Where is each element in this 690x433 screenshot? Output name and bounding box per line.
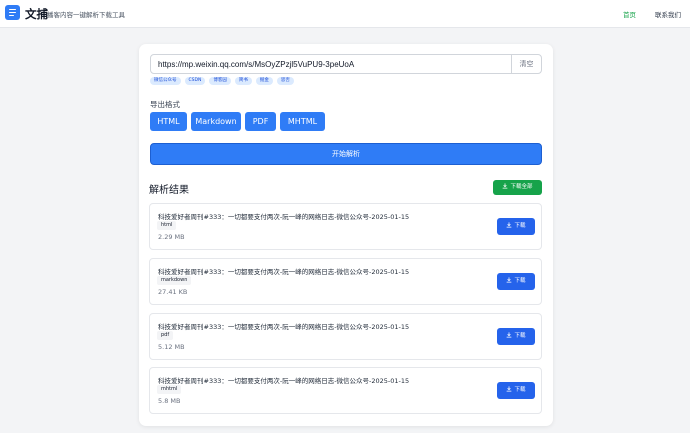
format-label: 导出格式	[150, 100, 180, 109]
format-options: HTML Markdown PDF MHTML	[150, 112, 325, 131]
download-button[interactable]: 下载	[497, 218, 535, 235]
result-item: 科技爱好者周刊#333：一切都要支付两次-阮一峰的网络日志-微信公众号-2025…	[149, 367, 542, 414]
nav-link-contact[interactable]: 联系我们	[655, 9, 681, 19]
result-title: 科技爱好者周刊#333：一切都要支付两次-阮一峰的网络日志-微信公众号-2025…	[158, 377, 410, 385]
result-type-badge: mhtml	[157, 385, 182, 394]
start-parse-button[interactable]: 开始解析	[150, 143, 542, 165]
result-type-badge: pdf	[157, 331, 174, 340]
platform-tag: 博客园	[209, 77, 231, 85]
result-file-size: 5.12 MB	[158, 343, 185, 351]
url-input[interactable]	[151, 55, 512, 73]
download-icon	[507, 222, 512, 228]
download-icon	[507, 332, 512, 338]
download-icon	[503, 183, 508, 189]
result-file-size: 5.8 MB	[158, 397, 181, 405]
platform-tag: 掘金	[255, 77, 273, 85]
download-all-label: 下载全部	[510, 184, 533, 190]
result-title: 科技爱好者周刊#333：一切都要支付两次-阮一峰的网络日志-微信公众号-2025…	[158, 268, 410, 276]
format-button-markdown[interactable]: Markdown	[191, 112, 241, 131]
clear-button[interactable]: 清空	[511, 55, 541, 73]
url-input-group: 清空	[150, 54, 542, 74]
format-button-pdf[interactable]: PDF	[245, 112, 276, 131]
result-item: 科技爱好者周刊#333：一切都要支付两次-阮一峰的网络日志-微信公众号-2025…	[149, 203, 542, 250]
supported-platform-tags: 微信公众号 CSDN 博客园 简书 掘金 思否	[150, 77, 294, 85]
brand-tagline: 播客内容一键解析下载工具	[47, 11, 125, 19]
download-button[interactable]: 下载	[497, 382, 535, 399]
result-item: 科技爱好者周刊#333：一切都要支付两次-阮一峰的网络日志-微信公众号-2025…	[149, 258, 542, 305]
result-title: 科技爱好者周刊#333：一切都要支付两次-阮一峰的网络日志-微信公众号-2025…	[158, 213, 410, 221]
format-button-html[interactable]: HTML	[150, 112, 187, 131]
download-label: 下载	[514, 278, 526, 284]
results-title: 解析结果	[149, 185, 189, 196]
menu-icon[interactable]	[5, 5, 20, 20]
result-file-size: 2.29 MB	[158, 233, 185, 241]
platform-tag: 微信公众号	[150, 77, 181, 85]
result-type-badge: html	[157, 221, 177, 230]
result-title: 科技爱好者周刊#333：一切都要支付两次-阮一峰的网络日志-微信公众号-2025…	[158, 323, 410, 331]
download-label: 下载	[514, 387, 526, 393]
platform-tag: CSDN	[184, 77, 206, 85]
download-label: 下载	[514, 223, 526, 229]
download-button[interactable]: 下载	[497, 328, 535, 345]
format-button-mhtml[interactable]: MHTML	[280, 112, 325, 131]
nav-link-home[interactable]: 首页	[623, 9, 636, 19]
platform-tag: 思否	[276, 77, 294, 85]
top-nav-bar: 文捕 播客内容一键解析下载工具 首页 联系我们	[0, 0, 690, 28]
result-item: 科技爱好者周刊#333：一切都要支付两次-阮一峰的网络日志-微信公众号-2025…	[149, 313, 542, 360]
download-icon	[507, 277, 512, 283]
download-all-button[interactable]: 下载全部	[493, 180, 542, 195]
download-icon	[507, 386, 512, 392]
download-label: 下载	[514, 333, 526, 339]
parser-card: 清空 微信公众号 CSDN 博客园 简书 掘金 思否 导出格式 HTML Mar…	[139, 44, 553, 426]
brand-name: 文捕	[25, 7, 48, 21]
download-button[interactable]: 下载	[497, 273, 535, 290]
platform-tag: 简书	[234, 77, 252, 85]
result-file-size: 27.41 KB	[158, 288, 188, 296]
result-type-badge: markdown	[157, 276, 192, 285]
